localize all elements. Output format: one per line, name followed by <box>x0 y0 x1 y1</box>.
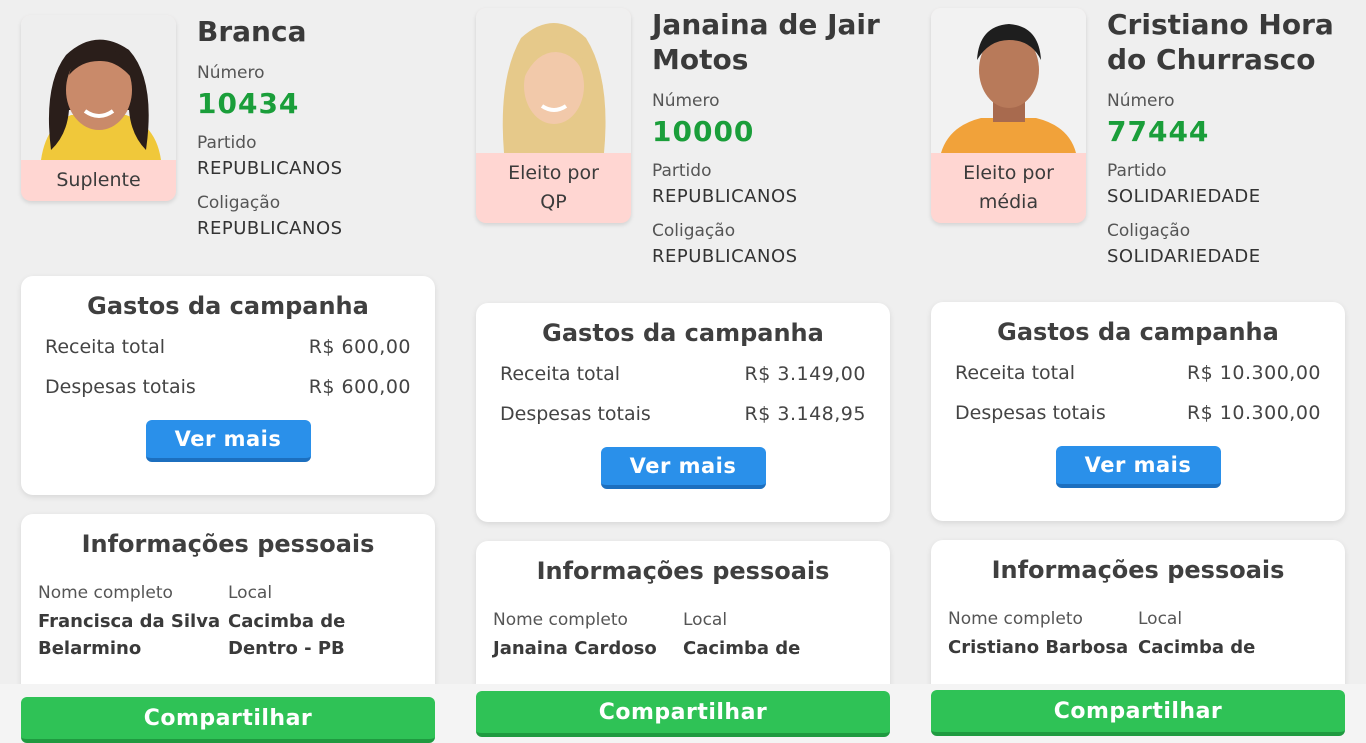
partido-label: Partido <box>197 133 257 153</box>
coligacao-label: Coligação <box>197 193 281 213</box>
receita-value: R$ 3.149,00 <box>744 363 866 385</box>
local-column: Local Cacimba de Dentro - PB <box>228 582 418 662</box>
pessoais-card: Informações pessoais Nome completo Janai… <box>476 541 890 701</box>
partido-label: Partido <box>1107 161 1167 181</box>
local-label: Local <box>1138 609 1183 629</box>
despesas-row: Despesas totais R$ 10.300,00 <box>931 400 1345 426</box>
status-badge: Eleito por média <box>963 162 1054 213</box>
numero-label: Número <box>652 91 720 111</box>
despesas-value: R$ 600,00 <box>308 376 411 398</box>
candidate-number: 10000 <box>652 115 755 148</box>
status-badge: Suplente <box>56 169 141 191</box>
candidate-info: Branca Número 10434 Partido REPUBLICANOS… <box>197 14 437 241</box>
candidate-number: 77444 <box>1107 115 1210 148</box>
receita-row: Receita total R$ 600,00 <box>21 334 435 360</box>
partido-value: REPUBLICANOS <box>652 186 798 207</box>
receita-label: Receita total <box>500 363 621 385</box>
local-column: Local Cacimba de <box>1138 608 1328 661</box>
local-label: Local <box>228 583 273 603</box>
numero-label: Número <box>1107 91 1175 111</box>
candidate-name: Janaina de Jair Motos <box>652 8 880 76</box>
despesas-label: Despesas totais <box>955 402 1106 424</box>
candidate-photo <box>21 15 176 160</box>
nome-column: Nome completo Francisca da Silva Belarmi… <box>38 582 228 662</box>
candidate-photo <box>931 8 1086 153</box>
pessoais-grid: Nome completo Janaina Cardoso Local Caci… <box>476 609 890 662</box>
pessoais-grid: Nome completo Cristiano Barbosa Local Ca… <box>931 608 1345 661</box>
local-value: Cacimba de <box>683 638 801 659</box>
despesas-value: R$ 3.148,95 <box>744 403 866 425</box>
local-column: Local Cacimba de <box>683 609 873 662</box>
candidate-photo <box>476 8 631 153</box>
nome-column: Nome completo Cristiano Barbosa <box>948 608 1138 661</box>
despesas-row: Despesas totais R$ 3.148,95 <box>476 401 890 427</box>
receita-value: R$ 10.300,00 <box>1186 362 1321 384</box>
gastos-title: Gastos da campanha <box>997 318 1279 346</box>
candidate-card-1: Suplente Branca Número 10434 Partido REP… <box>21 0 435 743</box>
coligacao-value: SOLIDARIEDADE <box>1107 246 1261 267</box>
local-value: Cacimba de Dentro - PB <box>228 611 346 659</box>
local-value: Cacimba de <box>1138 637 1256 658</box>
compartilhar-button[interactable]: Compartilhar <box>476 691 890 737</box>
pessoais-title: Informações pessoais <box>536 557 830 585</box>
ver-mais-button[interactable]: Ver mais <box>600 447 766 489</box>
candidate-name: Branca <box>197 15 307 48</box>
candidate-number: 10434 <box>197 87 300 120</box>
candidate-name: Cristiano Hora do Churrasco <box>1107 8 1334 76</box>
candidate-photo-card: Suplente <box>21 15 176 201</box>
ver-mais-button[interactable]: Ver mais <box>145 420 311 462</box>
coligacao-label: Coligação <box>1107 221 1191 241</box>
local-label: Local <box>683 610 728 630</box>
receita-row: Receita total R$ 10.300,00 <box>931 360 1345 386</box>
receita-label: Receita total <box>955 362 1076 384</box>
candidate-card-2: Eleito por QP Janaina de Jair Motos Núme… <box>476 0 890 743</box>
despesas-label: Despesas totais <box>45 376 196 398</box>
nome-value: Francisca da Silva Belarmino <box>38 611 221 659</box>
pessoais-title: Informações pessoais <box>991 556 1285 584</box>
coligacao-label: Coligação <box>652 221 736 241</box>
coligacao-value: REPUBLICANOS <box>652 246 798 267</box>
coligacao-value: REPUBLICANOS <box>197 218 343 239</box>
despesas-row: Despesas totais R$ 600,00 <box>21 374 435 400</box>
gastos-title: Gastos da campanha <box>87 292 369 320</box>
candidate-info: Cristiano Hora do Churrasco Número 77444… <box>1107 7 1347 269</box>
despesas-label: Despesas totais <box>500 403 651 425</box>
numero-label: Número <box>197 63 265 83</box>
candidate-photo-card: Eleito por média <box>931 8 1086 223</box>
nome-value: Janaina Cardoso <box>493 638 657 659</box>
nome-label: Nome completo <box>493 610 628 630</box>
partido-value: REPUBLICANOS <box>197 158 343 179</box>
candidate-card-3: Eleito por média Cristiano Hora do Churr… <box>931 0 1345 743</box>
ver-mais-button[interactable]: Ver mais <box>1055 446 1221 488</box>
partido-value: SOLIDARIEDADE <box>1107 186 1261 207</box>
nome-label: Nome completo <box>38 583 173 603</box>
candidate-info: Janaina de Jair Motos Número 10000 Parti… <box>652 7 892 269</box>
gastos-card: Gastos da campanha Receita total R$ 3.14… <box>476 303 890 522</box>
receita-label: Receita total <box>45 336 166 358</box>
gastos-card: Gastos da campanha Receita total R$ 600,… <box>21 276 435 495</box>
status-badge: Eleito por QP <box>508 162 599 213</box>
receita-row: Receita total R$ 3.149,00 <box>476 361 890 387</box>
nome-value: Cristiano Barbosa <box>948 637 1129 658</box>
nome-column: Nome completo Janaina Cardoso <box>493 609 683 662</box>
compartilhar-button[interactable]: Compartilhar <box>21 697 435 743</box>
partido-label: Partido <box>652 161 712 181</box>
compartilhar-button[interactable]: Compartilhar <box>931 690 1345 736</box>
candidate-photo-card: Eleito por QP <box>476 8 631 223</box>
nome-label: Nome completo <box>948 609 1083 629</box>
pessoais-grid: Nome completo Francisca da Silva Belarmi… <box>21 582 435 662</box>
despesas-value: R$ 10.300,00 <box>1186 402 1321 424</box>
gastos-card: Gastos da campanha Receita total R$ 10.3… <box>931 302 1345 521</box>
pessoais-title: Informações pessoais <box>81 530 375 558</box>
receita-value: R$ 600,00 <box>308 336 411 358</box>
pessoais-card: Informações pessoais Nome completo Crist… <box>931 540 1345 700</box>
gastos-title: Gastos da campanha <box>542 319 824 347</box>
